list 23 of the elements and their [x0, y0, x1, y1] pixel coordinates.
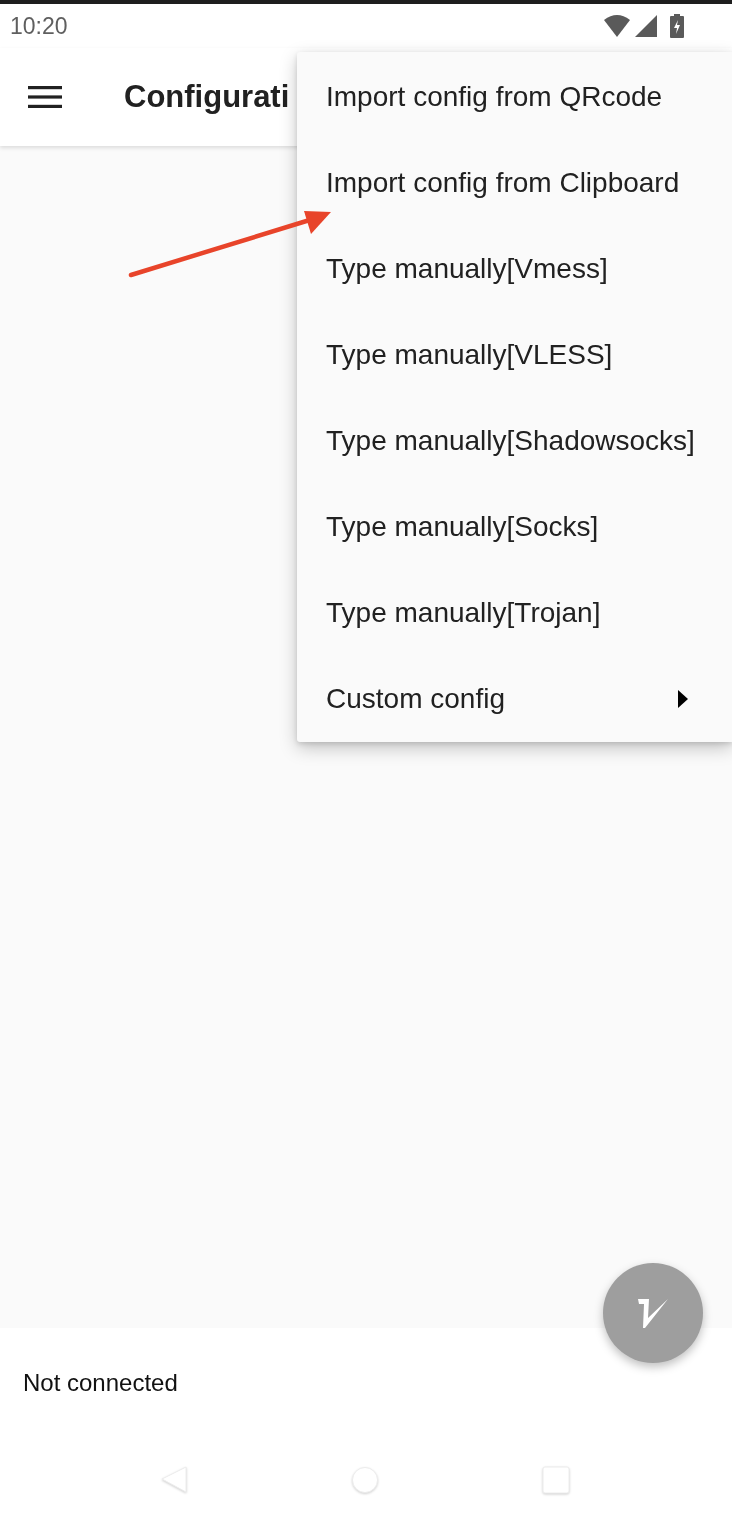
connection-status: Not connected [23, 1369, 178, 1397]
home-icon [351, 1466, 379, 1494]
app-title: Configurati [124, 79, 290, 115]
menu-item[interactable]: Import config from QRcode [297, 54, 732, 140]
signal-icon [635, 15, 657, 37]
menu-item[interactable]: Type manually[Socks] [297, 484, 732, 570]
battery-charging-icon [670, 14, 684, 38]
menu-item[interactable]: Type manually[VLESS] [297, 312, 732, 398]
menu-button[interactable] [27, 84, 63, 110]
home-button[interactable] [351, 1466, 381, 1496]
menu-item[interactable]: Type manually[Shadowsocks] [297, 398, 732, 484]
menu-item[interactable]: Custom config [297, 656, 732, 742]
menu-item[interactable]: Import config from Clipboard [297, 140, 732, 226]
back-icon [160, 1466, 189, 1494]
recents-icon [541, 1466, 570, 1494]
submenu-caret-icon [678, 690, 688, 708]
v-logo-icon [638, 1298, 668, 1328]
menu-item[interactable]: Type manually[Vmess] [297, 226, 732, 312]
status-time: 10:20 [10, 14, 68, 38]
recents-button[interactable] [541, 1466, 572, 1496]
menu-icon [28, 86, 62, 108]
wifi-icon [604, 15, 630, 37]
menu-item[interactable]: Type manually[Trojan] [297, 570, 732, 656]
